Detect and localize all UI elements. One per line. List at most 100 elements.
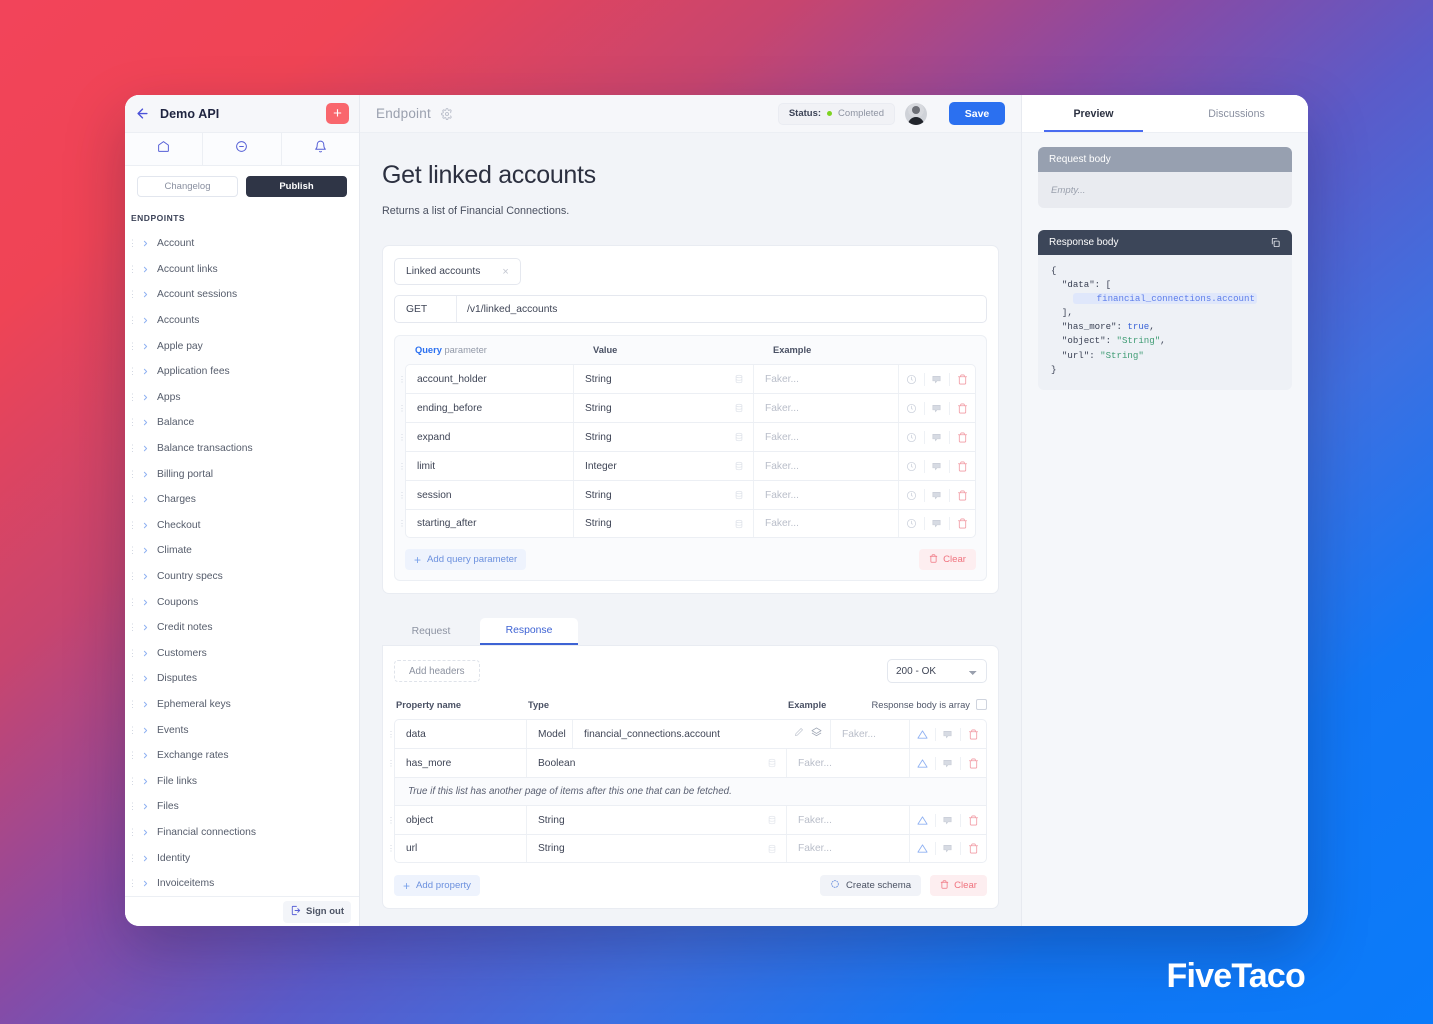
comment-icon[interactable] (942, 729, 953, 740)
comment-icon[interactable] (942, 815, 953, 826)
drag-handle-icon[interactable]: ⋮ (128, 545, 137, 556)
drag-handle-icon[interactable]: ⋮ (398, 462, 406, 471)
drag-handle-icon[interactable]: ⋮ (387, 816, 395, 825)
drag-handle-icon[interactable]: ⋮ (128, 699, 137, 710)
comment-icon[interactable] (931, 403, 942, 414)
drag-handle-icon[interactable]: ⋮ (128, 238, 137, 249)
drag-handle-icon[interactable]: ⋮ (387, 730, 395, 739)
tab-request[interactable]: Request (382, 618, 480, 645)
chevron-right-icon[interactable] (141, 444, 150, 453)
warning-icon[interactable] (917, 729, 928, 740)
publish-button[interactable]: Publish (246, 176, 347, 197)
chevron-right-icon[interactable] (141, 495, 150, 504)
database-icon[interactable] (767, 844, 777, 854)
arrow-left-icon[interactable] (135, 106, 150, 121)
drag-handle-icon[interactable]: ⋮ (128, 417, 137, 428)
drag-handle-icon[interactable]: ⋮ (398, 491, 406, 500)
drag-handle-icon[interactable]: ⋮ (128, 801, 137, 812)
preview-tab-preview[interactable]: Preview (1022, 95, 1165, 132)
sidebar-item-customers[interactable]: ⋮ Customers (128, 641, 359, 667)
drag-handle-icon[interactable]: ⋮ (128, 853, 137, 864)
history-icon[interactable] (906, 518, 917, 529)
delete-row-icon[interactable] (957, 461, 968, 472)
status-code-select[interactable]: 200 - OK (887, 659, 987, 683)
chevron-right-icon[interactable] (141, 470, 150, 479)
sidebar-item-disputes[interactable]: ⋮ Disputes (128, 666, 359, 692)
drag-handle-icon[interactable]: ⋮ (128, 341, 137, 352)
chevron-right-icon[interactable] (141, 649, 150, 658)
database-icon[interactable] (734, 374, 744, 384)
property-type-select[interactable]: Boolean (527, 749, 787, 777)
drag-handle-icon[interactable]: ⋮ (128, 571, 137, 582)
drag-handle-icon[interactable]: ⋮ (128, 494, 137, 505)
history-icon[interactable] (906, 461, 917, 472)
sign-out-button[interactable]: Sign out (283, 900, 351, 923)
drag-handle-icon[interactable]: ⋮ (398, 375, 406, 384)
drag-handle-icon[interactable]: ⋮ (128, 597, 137, 608)
property-name-input[interactable]: data (395, 720, 527, 748)
sidebar-item-coupons[interactable]: ⋮ Coupons (128, 589, 359, 615)
chevron-right-icon[interactable] (141, 572, 150, 581)
property-example-input[interactable]: Faker... (787, 835, 910, 862)
chevron-right-icon[interactable] (141, 623, 150, 632)
sidebar-item-credit-notes[interactable]: ⋮ Credit notes (128, 615, 359, 641)
drag-handle-icon[interactable]: ⋮ (128, 315, 137, 326)
drag-handle-icon[interactable]: ⋮ (128, 725, 137, 736)
comment-icon[interactable] (931, 374, 942, 385)
close-icon[interactable]: × (502, 266, 508, 278)
sidebar-item-account[interactable]: ⋮ Account (128, 231, 359, 257)
chevron-right-icon[interactable] (141, 879, 150, 888)
drag-handle-icon[interactable]: ⋮ (128, 469, 137, 480)
avatar[interactable] (905, 102, 927, 125)
query-parameter-row[interactable]: ⋮ starting_after String Faker... (398, 509, 976, 538)
database-icon[interactable] (734, 403, 744, 413)
request-name-chip[interactable]: Linked accounts × (394, 258, 521, 285)
parameter-name-input[interactable]: ending_before (406, 394, 574, 422)
delete-row-icon[interactable] (968, 843, 979, 854)
delete-row-icon[interactable] (957, 490, 968, 501)
drag-handle-icon[interactable]: ⋮ (128, 366, 137, 377)
database-icon[interactable] (734, 461, 744, 471)
sidebar-item-ephemeral-keys[interactable]: ⋮ Ephemeral keys (128, 692, 359, 718)
property-example-input[interactable]: Faker... (831, 720, 910, 748)
parameter-type-select[interactable]: String (574, 365, 754, 393)
sidebar-item-billing-portal[interactable]: ⋮ Billing portal (128, 461, 359, 487)
parameter-example-input[interactable]: Faker... (754, 394, 899, 422)
chevron-right-icon[interactable] (141, 367, 150, 376)
sidebar-item-exchange-rates[interactable]: ⋮ Exchange rates (128, 743, 359, 769)
sidebar-item-invoiceitems[interactable]: ⋮ Invoiceitems (128, 871, 359, 896)
chevron-right-icon[interactable] (141, 393, 150, 402)
sidebar-item-country-specs[interactable]: ⋮ Country specs (128, 564, 359, 590)
sidebar-item-balance[interactable]: ⋮ Balance (128, 410, 359, 436)
property-example-input[interactable]: Faker... (787, 806, 910, 834)
nav-home[interactable] (125, 133, 204, 165)
tab-response[interactable]: Response (480, 618, 578, 645)
parameter-example-input[interactable]: Faker... (754, 423, 899, 451)
property-name-input[interactable]: has_more (395, 749, 527, 777)
chevron-right-icon[interactable] (141, 828, 150, 837)
query-parameter-row[interactable]: ⋮ limit Integer Faker... (398, 451, 976, 480)
parameter-name-input[interactable]: account_holder (406, 365, 574, 393)
query-parameter-row[interactable]: ⋮ account_holder String Faker... (398, 364, 976, 393)
response-body-is-array-control[interactable]: Response body is array (872, 699, 987, 710)
delete-row-icon[interactable] (968, 815, 979, 826)
parameter-example-input[interactable]: Faker... (754, 510, 899, 537)
layers-icon[interactable] (811, 727, 822, 741)
sidebar-item-events[interactable]: ⋮ Events (128, 717, 359, 743)
database-icon[interactable] (767, 815, 777, 825)
chevron-right-icon[interactable] (141, 418, 150, 427)
chevron-right-icon[interactable] (141, 777, 150, 786)
chevron-right-icon[interactable] (141, 802, 150, 811)
edit-icon[interactable] (794, 727, 804, 741)
database-icon[interactable] (734, 490, 744, 500)
sidebar-item-climate[interactable]: ⋮ Climate (128, 538, 359, 564)
history-icon[interactable] (906, 403, 917, 414)
delete-row-icon[interactable] (957, 432, 968, 443)
drag-handle-icon[interactable]: ⋮ (128, 750, 137, 761)
response-property-row[interactable]: ⋮ url String Faker... (387, 834, 987, 863)
chevron-right-icon[interactable] (141, 751, 150, 760)
chevron-right-icon[interactable] (141, 854, 150, 863)
drag-handle-icon[interactable]: ⋮ (387, 759, 395, 768)
comment-icon[interactable] (931, 518, 942, 529)
query-parameter-row[interactable]: ⋮ ending_before String Faker... (398, 393, 976, 422)
